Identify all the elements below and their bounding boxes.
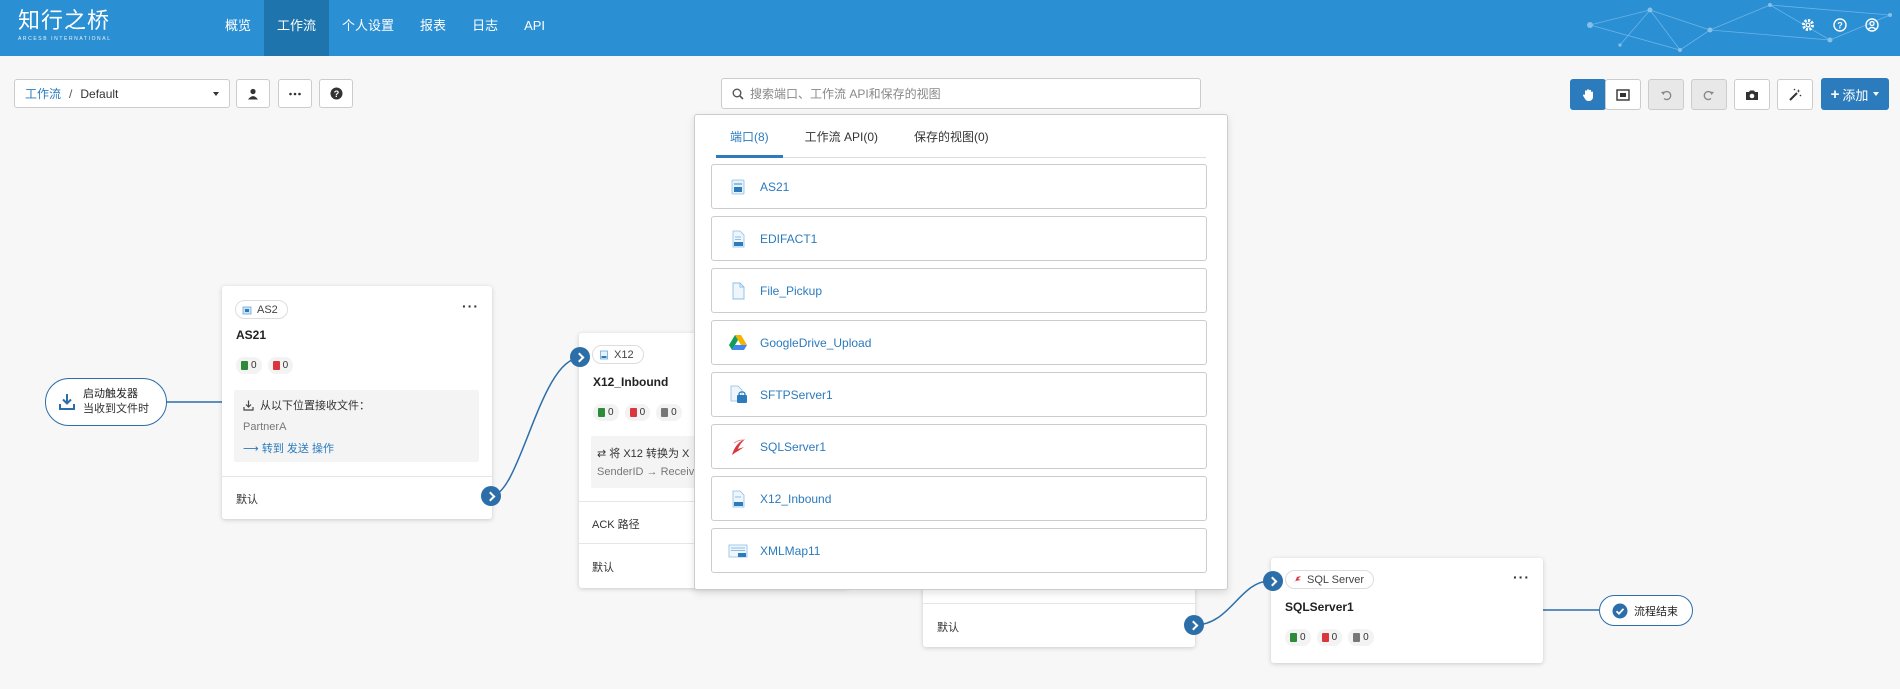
- port-result-name: EDIFACT1: [760, 231, 818, 246]
- error-count-value: 0: [282, 360, 289, 371]
- sql-server-icon: [728, 437, 748, 457]
- search-results-dropdown: 端口(8) 工作流 API(0) 保存的视图(0) AS21 EDIFACT1 …: [694, 114, 1228, 590]
- convert-info-text: ⇄ 将 X12 转换为 X: [597, 448, 690, 460]
- mapping-info-text: SenderID → Receiv: [597, 466, 695, 478]
- result-tabs: 端口(8) 工作流 API(0) 保存的视图(0): [716, 115, 1206, 158]
- port-result-name: XMLMap11: [760, 543, 821, 558]
- trigger-subtitle: 当收到文件时: [83, 403, 149, 415]
- success-count[interactable]: 0: [593, 404, 619, 421]
- success-count[interactable]: 0: [1285, 629, 1311, 646]
- error-count-value: 0: [1331, 632, 1338, 643]
- port-result-name: GoogleDrive_Upload: [760, 335, 872, 350]
- error-count[interactable]: 0: [267, 357, 294, 374]
- google-drive-icon: [728, 333, 748, 353]
- as2-port-card[interactable]: AS2 ··· AS21 0 0 从以下位置接收文件： PartnerA ⟶ 转…: [222, 286, 501, 519]
- download-icon: [243, 400, 254, 411]
- download-icon: [59, 394, 75, 410]
- port-type-tag: AS2: [235, 300, 288, 319]
- port-result-item[interactable]: File_Pickup: [711, 268, 1207, 313]
- pending-count-value: 0: [671, 407, 677, 418]
- action-info-text: 从以下位置接收文件：: [260, 400, 370, 412]
- output-port-connector[interactable]: [1184, 615, 1204, 635]
- check-circle-icon: [1612, 603, 1628, 618]
- port-results-list: AS21 EDIFACT1 File_Pickup GoogleDrive_Up…: [711, 164, 1207, 580]
- success-count-value: 0: [1300, 632, 1306, 643]
- port-type-label: AS2: [257, 303, 278, 316]
- action-info-panel: 从以下位置接收文件： PartnerA ⟶ 转到 发送 操作: [234, 390, 479, 462]
- port-name: AS21: [236, 328, 267, 342]
- flow-end[interactable]: 流程结束: [1599, 595, 1693, 626]
- file-success-icon: [1290, 633, 1297, 642]
- output-port-connector[interactable]: [481, 486, 501, 506]
- port-type-label: X12: [614, 348, 634, 361]
- file-icon: [728, 281, 748, 301]
- port-result-item[interactable]: X12_Inbound: [711, 476, 1207, 521]
- error-count[interactable]: 0: [624, 404, 651, 421]
- goto-send-link[interactable]: ⟶ 转到 发送 操作: [243, 440, 334, 456]
- port-result-name: SQLServer1: [760, 439, 827, 454]
- port-result-item[interactable]: SFTPServer1: [711, 372, 1207, 417]
- file-pending-icon: [661, 408, 669, 417]
- port-type-label: SQL Server: [1307, 573, 1365, 586]
- pending-count[interactable]: 0: [1348, 629, 1374, 646]
- file-success-icon: [241, 361, 248, 370]
- file-error-icon: [629, 408, 637, 417]
- port-result-item[interactable]: GoogleDrive_Upload: [711, 320, 1207, 365]
- x12-icon: [600, 350, 608, 359]
- default-path-label: 默认: [937, 622, 959, 634]
- tab-workflow-api[interactable]: 工作流 API(0): [791, 115, 892, 158]
- port-result-item[interactable]: SQLServer1: [711, 424, 1207, 469]
- pending-count[interactable]: 0: [656, 404, 682, 421]
- port-result-name: AS21: [760, 179, 790, 194]
- port-result-item[interactable]: EDIFACT1: [711, 216, 1207, 261]
- success-count-value: 0: [608, 407, 614, 418]
- card-divider: [222, 476, 492, 477]
- file-error-icon: [272, 361, 280, 370]
- success-count-value: 0: [251, 360, 257, 371]
- error-count[interactable]: 0: [1316, 629, 1343, 646]
- edifact-icon: [728, 229, 748, 249]
- file-error-icon: [1321, 633, 1329, 642]
- port-type-tag: SQL Server: [1285, 570, 1375, 589]
- port-name: SQLServer1: [1285, 600, 1354, 614]
- file-success-icon: [598, 408, 605, 417]
- port-result-name: SFTPServer1: [760, 387, 833, 402]
- pending-count-value: 0: [1363, 632, 1369, 643]
- input-port-connector[interactable]: [570, 347, 590, 367]
- tab-saved-views[interactable]: 保存的视图(0): [900, 115, 1003, 158]
- port-type-tag: X12: [592, 345, 644, 364]
- as2-icon: [242, 306, 252, 314]
- x12-icon: [728, 489, 748, 509]
- default-path-label: 默认: [592, 562, 614, 574]
- card-menu-button[interactable]: ···: [462, 298, 479, 314]
- flow-end-label: 流程结束: [1634, 605, 1678, 618]
- input-port-connector[interactable]: [1263, 571, 1283, 591]
- success-count[interactable]: 0: [236, 357, 262, 374]
- xmlmap-icon: [728, 541, 748, 561]
- card-menu-button[interactable]: ···: [1513, 569, 1530, 585]
- partner-name: PartnerA: [243, 421, 287, 433]
- start-trigger[interactable]: 启动触发器 当收到文件时: [45, 378, 167, 426]
- port-result-item[interactable]: AS21: [711, 164, 1207, 209]
- as2-icon: [728, 177, 748, 197]
- sql-server-icon: [1294, 575, 1301, 584]
- file-pending-icon: [1353, 633, 1361, 642]
- default-path-label: 默认: [236, 494, 258, 506]
- trigger-title: 启动触发器: [83, 388, 138, 400]
- sftp-icon: [728, 385, 748, 405]
- tab-ports[interactable]: 端口(8): [716, 115, 783, 158]
- ack-path-label: ACK 路径: [592, 519, 640, 531]
- port-name: X12_Inbound: [593, 375, 669, 389]
- port-result-name: File_Pickup: [760, 283, 823, 298]
- port-result-name: X12_Inbound: [760, 491, 832, 506]
- card-divider: [923, 603, 1195, 604]
- sql-server-port-card[interactable]: SQL Server ··· SQLServer1 0 0 0: [1263, 558, 1543, 663]
- error-count-value: 0: [639, 407, 646, 418]
- port-result-item[interactable]: XMLMap11: [711, 528, 1207, 573]
